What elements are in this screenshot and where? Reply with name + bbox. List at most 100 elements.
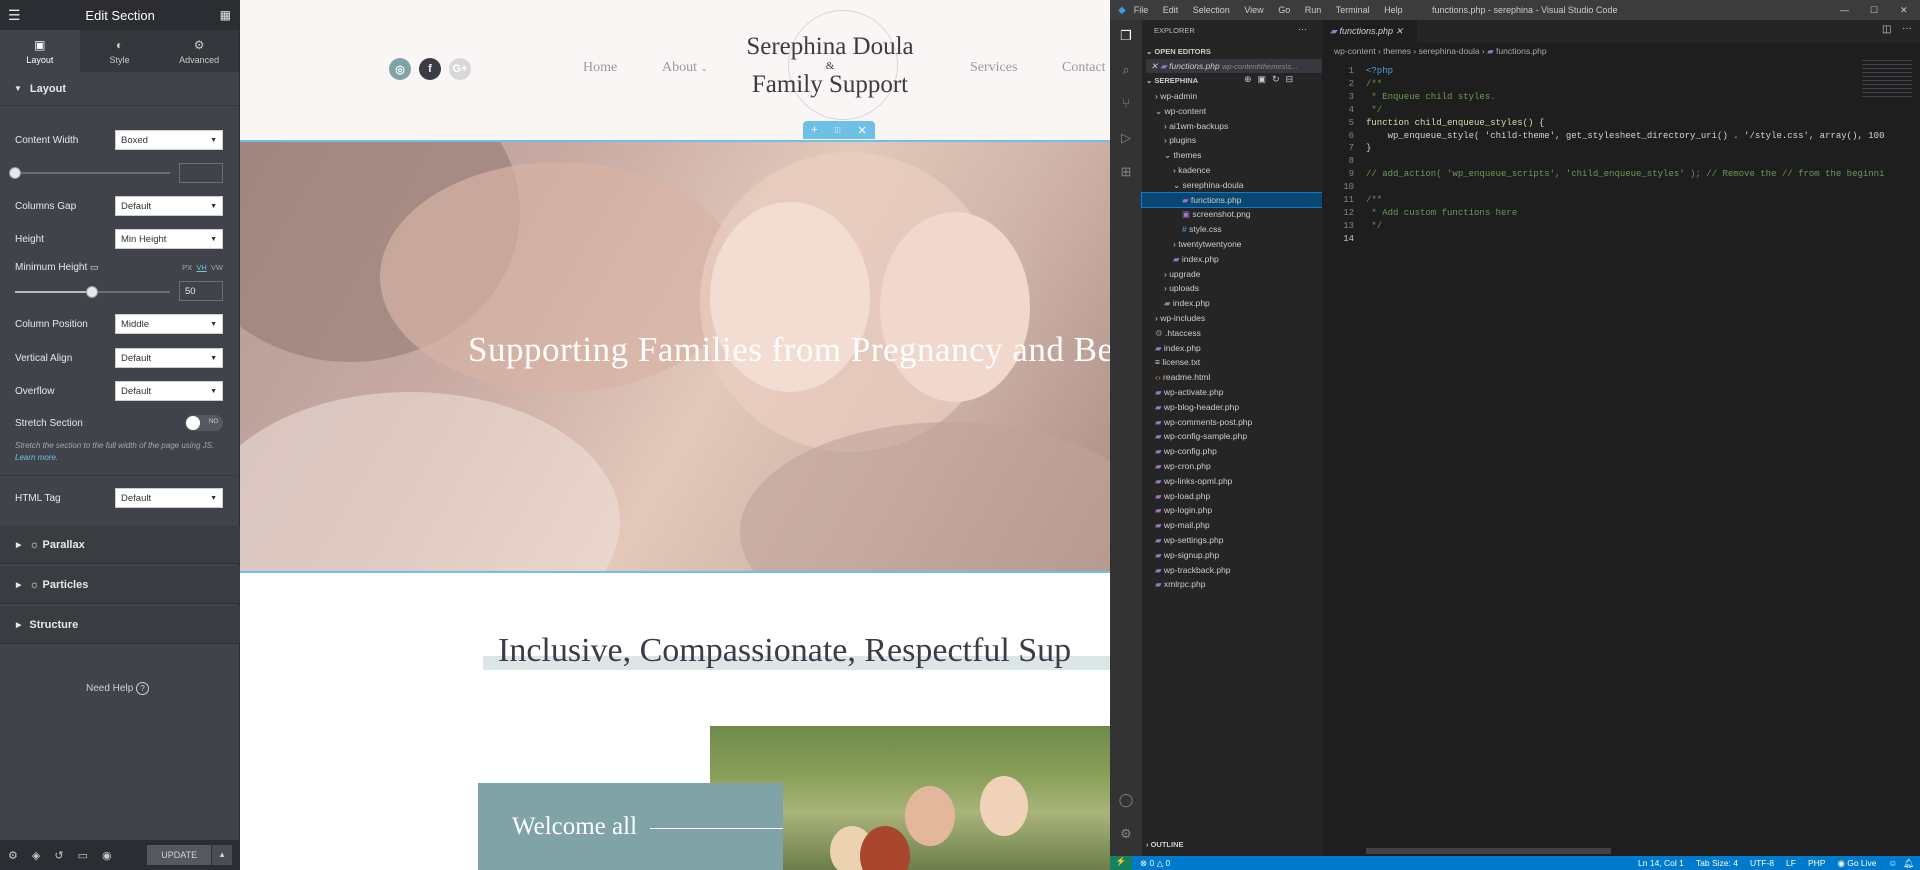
vertical-align-select[interactable]: Default ▼: [115, 348, 223, 368]
breadcrumb-item[interactable]: serephina-doula: [1419, 46, 1480, 56]
height-select[interactable]: Min Height ▼: [115, 229, 223, 249]
minimap[interactable]: [1862, 60, 1912, 100]
open-editors-header[interactable]: ⌄ OPEN EDITORS: [1146, 45, 1211, 59]
desktop-icon[interactable]: ▭: [90, 262, 99, 272]
tab-functions-php[interactable]: ▰ functions.php ✕: [1322, 20, 1417, 42]
google-plus-icon[interactable]: G+: [449, 58, 471, 80]
file-item[interactable]: ▰ wp-mail.php: [1142, 518, 1322, 532]
indent-setting[interactable]: Tab Size: 4: [1696, 858, 1738, 868]
feedback-icon[interactable]: ☺: [1889, 858, 1898, 868]
file-item[interactable]: ⚙ .htaccess: [1142, 326, 1322, 340]
nav-home[interactable]: Home: [583, 60, 617, 76]
file-item[interactable]: ▰ wp-login.php: [1142, 503, 1322, 517]
file-item[interactable]: ▰ wp-config-sample.php: [1142, 429, 1322, 443]
folder-item[interactable]: › upgrade: [1142, 267, 1322, 281]
file-item[interactable]: ▰ wp-trackback.php: [1142, 563, 1322, 577]
history-icon[interactable]: ↺: [54, 849, 63, 862]
min-height-slider-handle[interactable]: [86, 286, 98, 298]
menu-go[interactable]: Go: [1278, 5, 1290, 15]
tab-layout[interactable]: ▣ Layout: [0, 30, 80, 72]
folder-item[interactable]: › twentytwentyone: [1142, 237, 1322, 251]
file-item[interactable]: ▰ wp-settings.php: [1142, 533, 1322, 547]
more-actions-icon[interactable]: ···: [1902, 23, 1912, 34]
collapse-all-icon[interactable]: ⊟: [1286, 74, 1300, 84]
encoding[interactable]: UTF-8: [1750, 858, 1774, 868]
folder-item[interactable]: › uploads: [1142, 281, 1322, 295]
facebook-icon[interactable]: f: [419, 58, 441, 80]
search-icon[interactable]: ⌕: [1118, 62, 1134, 78]
breadcrumb-item[interactable]: themes: [1383, 46, 1411, 56]
width-slider-track[interactable]: [15, 172, 170, 174]
structure-section-toggle[interactable]: ▶ Structure: [0, 606, 240, 644]
responsive-icon[interactable]: ▭: [78, 849, 88, 862]
menu-file[interactable]: File: [1134, 5, 1149, 15]
split-editor-icon[interactable]: ◫: [1882, 24, 1891, 35]
menu-terminal[interactable]: Terminal: [1336, 5, 1370, 15]
open-editor-item[interactable]: ✕ ▰ functions.php wp-content\themes\s...: [1146, 59, 1322, 73]
notifications-icon[interactable]: 🔔︎: [1903, 858, 1914, 869]
navigator-icon[interactable]: ◈: [32, 849, 40, 862]
site-logo[interactable]: Serephina Doula & Family Support: [740, 32, 920, 100]
instagram-icon[interactable]: ◎: [389, 58, 411, 80]
menu-selection[interactable]: Selection: [1193, 5, 1230, 15]
source-control-icon[interactable]: ⑂: [1118, 96, 1134, 112]
manage-gear-icon[interactable]: ⚙: [1118, 826, 1134, 842]
drag-handle-icon[interactable]: ⁞⁞⁞: [834, 126, 841, 135]
stretch-section-toggle[interactable]: NO: [185, 415, 223, 431]
project-header[interactable]: ⌄ SEREPHINA: [1146, 74, 1198, 88]
tab-style[interactable]: ◐ Style: [80, 30, 160, 72]
file-item[interactable]: # style.css: [1142, 222, 1322, 236]
remote-icon[interactable]: ⚡: [1110, 856, 1132, 870]
update-button[interactable]: UPDATE: [147, 845, 212, 865]
file-item[interactable]: ▰ index.php: [1142, 252, 1322, 266]
add-icon[interactable]: +: [811, 124, 817, 136]
menu-help[interactable]: Help: [1384, 5, 1403, 15]
run-debug-icon[interactable]: ▷: [1118, 130, 1134, 146]
file-item[interactable]: ▰ wp-cron.php: [1142, 459, 1322, 473]
menu-run[interactable]: Run: [1305, 5, 1322, 15]
file-item[interactable]: ▰ wp-config.php: [1142, 444, 1322, 458]
cursor-position[interactable]: Ln 14, Col 1: [1638, 858, 1684, 868]
extensions-icon[interactable]: ⊞: [1118, 164, 1134, 180]
outline-header[interactable]: › OUTLINE: [1146, 838, 1184, 852]
folder-item[interactable]: › ai1wm-backups: [1142, 119, 1322, 133]
file-item[interactable]: ≡ license.txt: [1142, 355, 1322, 369]
file-item[interactable]: ▰ wp-load.php: [1142, 489, 1322, 503]
column-position-select[interactable]: Middle ▼: [115, 314, 223, 334]
go-live-button[interactable]: ◉ Go Live: [1837, 858, 1876, 869]
hero-section[interactable]: Supporting Families from Pregnancy and B…: [240, 140, 1110, 573]
width-slider-handle[interactable]: [9, 167, 21, 179]
file-item[interactable]: ‹› readme.html: [1142, 370, 1322, 384]
html-tag-select[interactable]: Default ▼: [115, 488, 223, 508]
file-item[interactable]: ▰ index.php: [1142, 296, 1322, 310]
overflow-select[interactable]: Default ▼: [115, 381, 223, 401]
nav-contact[interactable]: Contact: [1062, 60, 1106, 76]
layout-section-toggle[interactable]: ▼ Layout: [0, 72, 239, 106]
maximize-icon[interactable]: ☐: [1870, 5, 1878, 16]
folder-item[interactable]: ⌄ themes: [1142, 148, 1322, 162]
file-item[interactable]: ▰ index.php: [1142, 341, 1322, 355]
breadcrumb-item[interactable]: wp-content: [1334, 46, 1376, 56]
nav-services[interactable]: Services: [970, 60, 1017, 76]
problems-indicator[interactable]: ⊗ 0 △ 0: [1140, 858, 1170, 869]
update-options-button[interactable]: ▲: [212, 845, 232, 865]
line-ending[interactable]: LF: [1786, 858, 1796, 868]
unit-vw[interactable]: VW: [211, 263, 223, 272]
new-file-icon[interactable]: ⊕: [1244, 74, 1258, 84]
minimize-icon[interactable]: —: [1840, 5, 1849, 15]
columns-gap-select[interactable]: Default ▼: [115, 196, 223, 216]
more-actions-icon[interactable]: ···: [1298, 24, 1307, 34]
min-height-number-input[interactable]: 50: [179, 281, 223, 301]
folder-item[interactable]: ⌄ serephina-doula: [1142, 178, 1322, 192]
menu-edit[interactable]: Edit: [1163, 5, 1179, 15]
need-help-link[interactable]: Need Help ?: [86, 682, 150, 695]
parallax-section-toggle[interactable]: ▶ ☼ Parallax: [0, 526, 240, 564]
new-folder-icon[interactable]: ▣: [1258, 74, 1273, 84]
file-item[interactable]: ▰ wp-links-opml.php: [1142, 474, 1322, 488]
folder-item[interactable]: › kadence: [1142, 163, 1322, 177]
width-number-input[interactable]: [179, 163, 223, 183]
file-item[interactable]: ▰ wp-comments-post.php: [1142, 415, 1322, 429]
settings-icon[interactable]: ⚙: [8, 849, 18, 862]
section-handle[interactable]: + ⁞⁞⁞ ✕: [803, 121, 875, 139]
horizontal-scrollbar[interactable]: [1366, 848, 1611, 854]
